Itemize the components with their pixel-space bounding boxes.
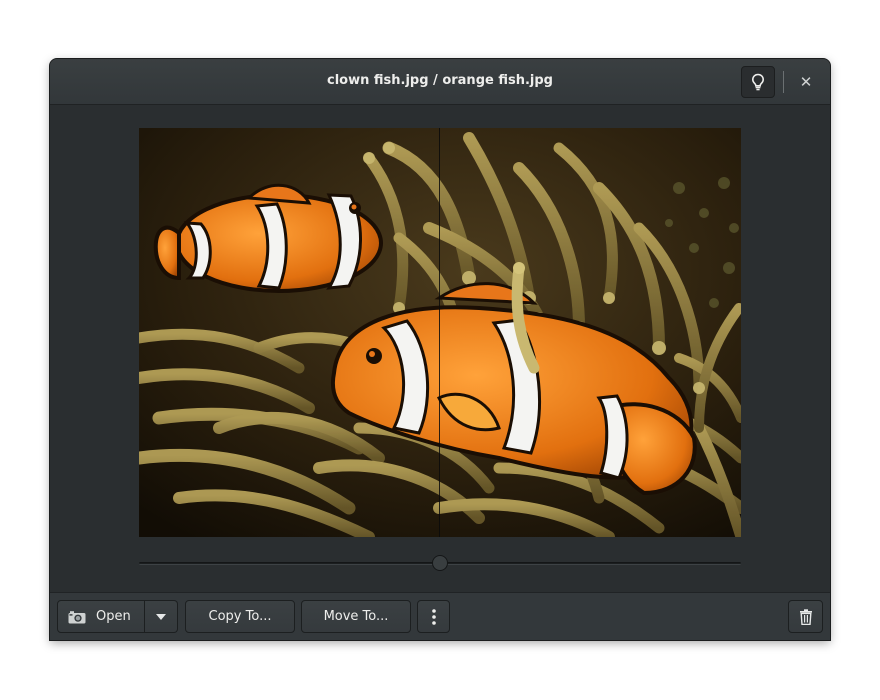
- delete-button[interactable]: [788, 600, 823, 633]
- copy-to-button[interactable]: Copy To...: [185, 600, 295, 633]
- hint-button[interactable]: [741, 66, 775, 98]
- titlebar-separator: [783, 71, 784, 93]
- more-options-button[interactable]: [417, 600, 450, 633]
- window-title: clown fish.jpg / orange fish.jpg: [327, 73, 553, 88]
- vertical-dots-icon: [431, 608, 436, 625]
- close-button[interactable]: ✕: [794, 69, 818, 95]
- close-icon: ✕: [799, 73, 813, 91]
- slider-handle[interactable]: [432, 555, 448, 571]
- trash-icon: [799, 608, 813, 625]
- open-menu-button[interactable]: [145, 600, 178, 633]
- image-compare-area: [50, 106, 830, 592]
- comparison-slider[interactable]: [139, 555, 741, 571]
- chevron-down-icon: [156, 613, 166, 620]
- lightbulb-icon: [751, 73, 765, 91]
- app-window: clown fish.jpg / orange fish.jpg ✕ Open …: [50, 59, 830, 640]
- bottom-toolbar: Open Copy To... Move To...: [50, 592, 830, 640]
- comparison-photo: [139, 128, 741, 537]
- open-button[interactable]: Open: [57, 600, 145, 633]
- move-to-button[interactable]: Move To...: [301, 600, 411, 633]
- titlebar[interactable]: clown fish.jpg / orange fish.jpg ✕: [50, 59, 830, 105]
- comparison-divider[interactable]: [439, 128, 440, 537]
- camera-icon: [68, 610, 86, 624]
- open-label: Open: [96, 609, 131, 624]
